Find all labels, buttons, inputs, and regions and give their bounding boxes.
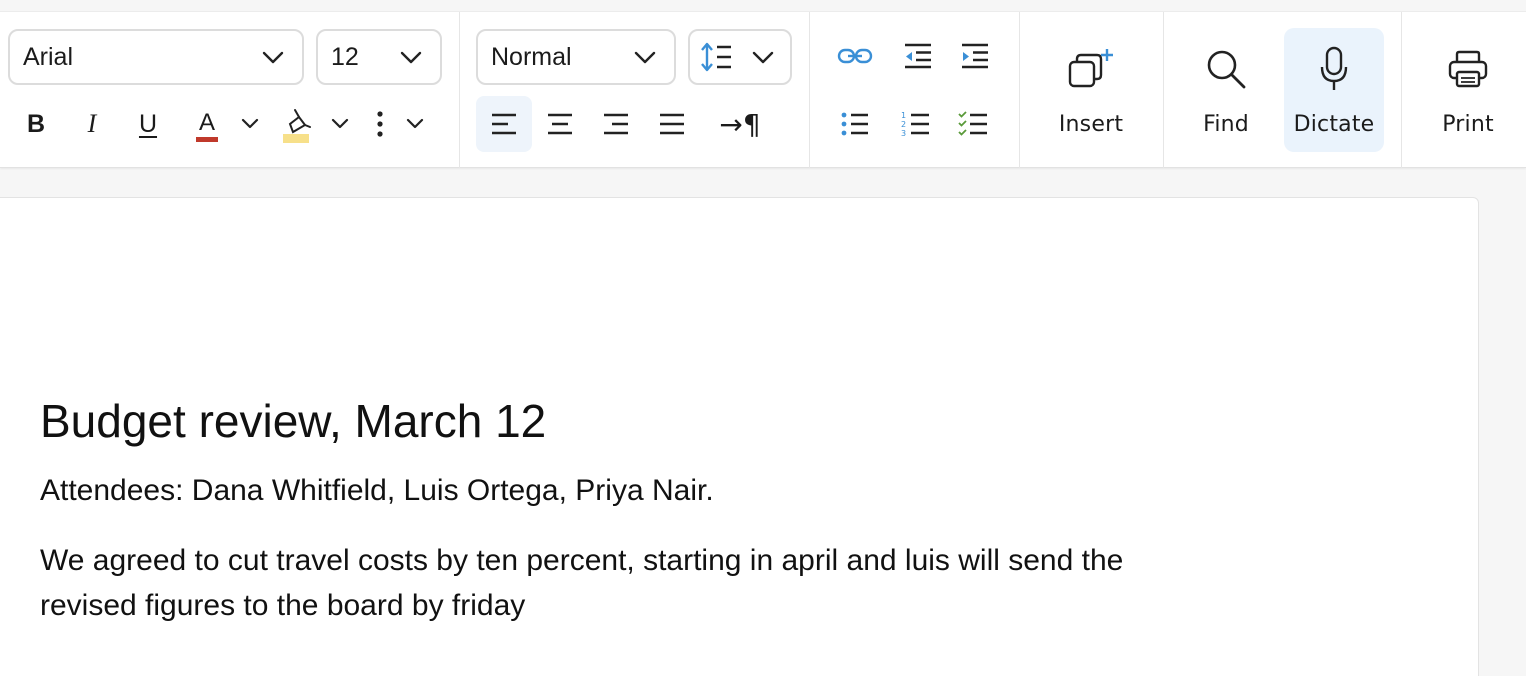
chevron-down-icon [331,118,349,129]
numbered-list-button[interactable]: 1 2 3 [892,96,938,152]
chevron-down-icon [634,51,656,64]
justify-icon [660,113,684,135]
toolbar-separator [1019,12,1020,168]
insert-icon [1068,49,1113,88]
font-color-button[interactable]: A [186,96,228,152]
align-center-icon [548,113,572,135]
font-color-bar [196,136,218,142]
link-icon [837,48,873,64]
svg-text:3: 3 [901,129,906,138]
chevron-down-icon [400,51,422,64]
document-title[interactable]: Budget review, March 12 [40,394,546,448]
more-vertical-icon [377,111,383,137]
chevron-down-icon [406,118,424,129]
more-options-button[interactable] [366,96,394,152]
document-attendees[interactable]: Attendees: Dana Whitfield, Luis Ortega, … [40,474,714,508]
insert-label: Insert [1058,112,1124,137]
insert-button[interactable]: Insert [1036,28,1146,152]
highlight-chevron[interactable] [326,96,354,152]
chevron-down-icon [241,118,259,129]
insert-link-button[interactable] [832,28,878,84]
increase-indent-icon [962,43,988,69]
toolbar-separator [459,12,460,168]
line-spacing-icon [701,42,731,72]
highlighter-icon [283,109,311,143]
increase-indent-button[interactable] [952,28,998,84]
bold-glyph: B [26,109,46,138]
underline-glyph: U [138,109,158,138]
paragraph-style-value: Normal [491,42,572,71]
window-top-strip [0,0,1526,12]
dictate-label: Dictate [1293,112,1375,137]
print-label: Print [1442,112,1494,137]
formatting-ribbon: Arial 12 B I U A Normal →¶ 1 2 3 Insert … [0,12,1526,168]
search-icon [1207,50,1246,89]
italic-button[interactable]: I [70,96,114,152]
chevron-down-icon [262,51,284,64]
highlight-button[interactable] [276,96,318,152]
line-spacing-dropdown[interactable] [688,29,792,85]
numbered-list-icon: 1 2 3 [901,111,929,138]
find-label: Find [1203,112,1249,137]
svg-text:2: 2 [901,120,906,129]
find-button[interactable]: Find [1174,28,1278,152]
more-options-chevron[interactable] [400,96,430,152]
decrease-indent-icon [905,43,931,69]
align-left-button[interactable] [476,96,532,152]
underline-button[interactable]: U [126,96,170,152]
align-right-button[interactable] [588,96,644,152]
italic-glyph: I [87,109,97,138]
document-page[interactable]: Budget review, March 12 Attendees: Dana … [0,197,1479,676]
text-direction-button[interactable]: →¶ [712,96,768,152]
bulleted-list-button[interactable] [832,96,878,152]
bold-button[interactable]: B [14,96,58,152]
checklist-button[interactable] [950,96,996,152]
align-right-icon [604,113,628,135]
microphone-icon [1320,46,1348,90]
printer-icon [1448,50,1488,88]
print-button[interactable]: Print [1418,28,1518,152]
decrease-indent-button[interactable] [895,28,941,84]
chevron-down-icon [752,51,774,64]
font-color-chevron[interactable] [236,96,264,152]
font-size-dropdown[interactable]: 12 [316,29,442,85]
bulleted-list-icon [841,112,868,136]
toolbar-separator [1401,12,1402,168]
font-family-value: Arial [23,42,74,71]
ltr-glyph: →¶ [719,107,761,141]
dictate-button[interactable]: Dictate [1284,28,1384,152]
toolbar-separator [809,12,810,168]
justify-button[interactable] [644,96,700,152]
align-center-button[interactable] [532,96,588,152]
checklist-icon [958,111,987,136]
font-size-value: 12 [331,42,359,71]
svg-text:1: 1 [901,111,906,120]
font-color-glyph: A [198,108,215,136]
toolbar-separator [1163,12,1164,168]
paragraph-style-dropdown[interactable]: Normal [476,29,676,85]
document-body-paragraph[interactable]: We agreed to cut travel costs by ten per… [40,538,1220,628]
font-family-dropdown[interactable]: Arial [8,29,304,85]
align-left-icon [492,113,516,135]
